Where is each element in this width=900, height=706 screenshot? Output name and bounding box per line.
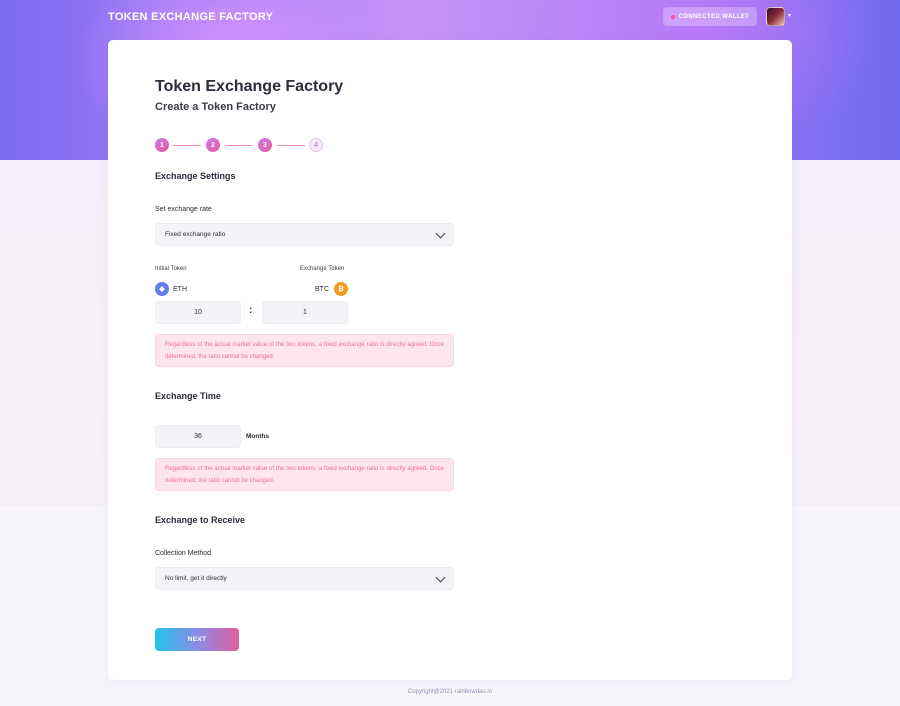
collection-method-select[interactable]: No limit, get it directly (155, 567, 454, 590)
brand-logo-text[interactable]: TOKEN EXCHANGE FACTORY (108, 11, 273, 23)
avatar[interactable] (766, 7, 785, 26)
exchange-receive-heading: Exchange to Receive (155, 515, 246, 525)
chevron-down-icon (435, 572, 446, 583)
exchange-time-unit: Months (246, 433, 270, 440)
initial-token-label: Initial Token (155, 266, 187, 272)
exchange-token-label: Exchange Token (300, 266, 345, 272)
ethereum-icon: ◆ (155, 282, 169, 296)
page-title: Token Exchange Factory (155, 78, 344, 95)
chevron-down-icon (435, 228, 446, 239)
collection-method-label: Collection Method (155, 550, 212, 557)
page-subtitle: Create a Token Factory (155, 101, 276, 113)
initial-token-name: ETH (173, 286, 187, 293)
exchange-ratio-notice: Regardless of the actual market value of… (155, 334, 454, 367)
step-1[interactable]: 1 (155, 138, 169, 152)
exchange-rate-label: Set exchange rate (155, 206, 212, 213)
footer-copyright: Copyright@2021 rainbowdao.io (407, 689, 493, 695)
step-connector (225, 145, 253, 146)
exchange-rate-select[interactable]: Fixed exchange ratio (155, 223, 454, 246)
step-4[interactable]: 4 (309, 138, 323, 152)
exchange-settings-heading: Exchange Settings (155, 171, 236, 181)
exchange-token-name: BTC (315, 286, 329, 293)
connected-wallet-button[interactable]: CONNECTED WALLET (663, 7, 757, 26)
chevron-down-icon[interactable]: ▾ (788, 12, 791, 19)
step-connector (173, 145, 201, 146)
exchange-time-notice: Regardless of the actual market value of… (155, 458, 454, 491)
top-bar: TOKEN EXCHANGE FACTORY CONNECTED WALLET … (0, 0, 900, 36)
step-3[interactable]: 3 (258, 138, 272, 152)
wallet-button-label: CONNECTED WALLET (678, 13, 750, 20)
initial-amount-input[interactable]: 10 (155, 301, 241, 324)
bitcoin-icon: ₿ (334, 282, 348, 296)
exchange-rate-value: Fixed exchange ratio (165, 231, 226, 238)
step-connector (277, 145, 305, 146)
collection-method-value: No limit, get it directly (165, 575, 227, 582)
ratio-separator: : (249, 305, 253, 316)
status-dot-icon (670, 14, 675, 19)
exchange-amount-input[interactable]: 1 (262, 301, 348, 324)
exchange-time-input[interactable]: 36 (155, 425, 241, 448)
next-button[interactable]: NEXT (155, 628, 239, 651)
step-2[interactable]: 2 (206, 138, 220, 152)
exchange-time-heading: Exchange Time (155, 391, 221, 401)
